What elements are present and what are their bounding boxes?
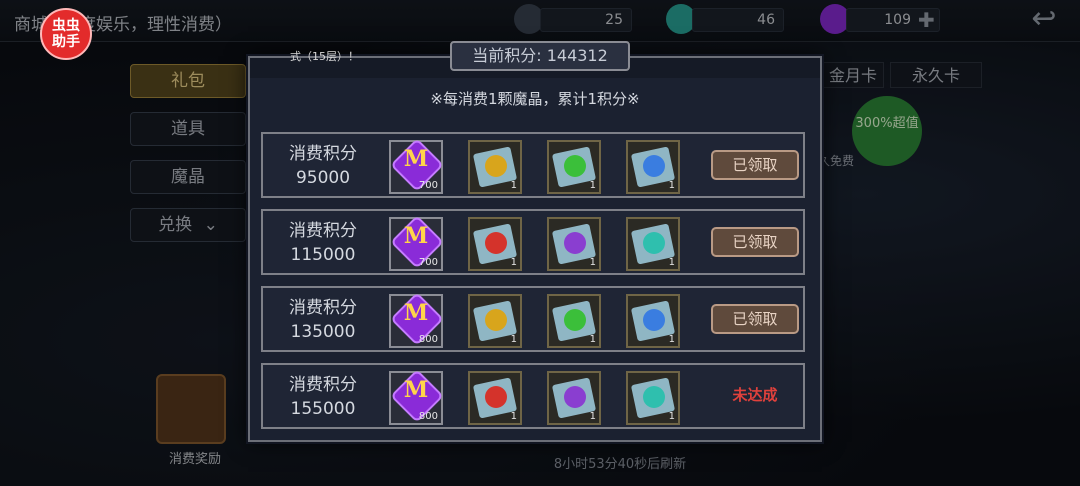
scroll-red-rune-icon[interactable]: 1 <box>468 217 522 271</box>
scroll-blue-drop-icon[interactable]: 1 <box>626 140 680 194</box>
item-qty: 1 <box>510 180 517 191</box>
reward-row: 消费积分 155000 M 800 1 1 1 未达成 <box>261 363 805 429</box>
item-qty: 1 <box>668 411 675 422</box>
floor-note: 式（15层）！ <box>290 50 359 63</box>
claimed-button[interactable]: 已领取 <box>711 304 799 334</box>
threshold-value: 95000 <box>295 168 351 188</box>
threshold-label: 消费积分 95000 <box>277 142 369 190</box>
item-qty: 1 <box>589 334 596 345</box>
threshold-value: 115000 <box>290 245 356 265</box>
reward-row: 消费积分 95000 M 700 1 1 1 已领取 <box>261 132 805 198</box>
threshold-label: 消费积分 115000 <box>277 219 369 267</box>
app-badge[interactable]: 虫虫助手 <box>40 8 92 60</box>
threshold-value: 155000 <box>290 399 356 419</box>
item-qty: 700 <box>418 180 438 191</box>
threshold-label: 消费积分 155000 <box>277 373 369 421</box>
reward-row: 消费积分 135000 M 800 1 1 1 已领取 <box>261 286 805 352</box>
item-qty: 1 <box>510 334 517 345</box>
magic-crystal-reward[interactable]: M 800 <box>389 369 444 425</box>
not-reached-status: 未达成 <box>732 386 778 404</box>
item-qty: 1 <box>589 411 596 422</box>
scroll-yellow-rune-icon[interactable]: 1 <box>468 294 522 348</box>
scroll-red-rune-icon[interactable]: 1 <box>468 371 522 425</box>
points-label: 当前积分: <box>472 46 542 65</box>
item-qty: 1 <box>589 180 596 191</box>
scroll-green-rune-icon[interactable]: 1 <box>547 140 601 194</box>
magic-crystal-reward[interactable]: M 700 <box>389 215 444 271</box>
item-qty: 800 <box>418 334 438 345</box>
scroll-yellow-rune-icon[interactable]: 1 <box>468 140 522 194</box>
reward-row: 消费积分 115000 M 700 1 1 1 已领取 <box>261 209 805 275</box>
item-qty: 1 <box>668 334 675 345</box>
threshold-value: 135000 <box>290 322 356 342</box>
scroll-purple-rune-icon[interactable]: 1 <box>547 217 601 271</box>
item-qty: 1 <box>589 257 596 268</box>
points-rule: ※每消费1颗魔晶，累计1积分※ <box>430 90 640 108</box>
magic-crystal-reward[interactable]: M 800 <box>389 292 444 348</box>
claimed-button[interactable]: 已领取 <box>711 227 799 257</box>
item-qty: 800 <box>418 411 438 422</box>
item-qty: 1 <box>510 411 517 422</box>
scroll-teal-rune-icon[interactable]: 1 <box>626 371 680 425</box>
magic-crystal-reward[interactable]: M 700 <box>389 138 444 194</box>
scroll-green-rune-icon[interactable]: 1 <box>547 294 601 348</box>
threshold-label: 消费积分 135000 <box>277 296 369 344</box>
scroll-blue-drop-icon[interactable]: 1 <box>626 294 680 348</box>
points-value: 144312 <box>546 46 608 65</box>
item-qty: 700 <box>418 257 438 268</box>
item-qty: 1 <box>668 180 675 191</box>
item-qty: 1 <box>510 257 517 268</box>
current-points-banner: 当前积分: 144312 <box>450 41 630 71</box>
scroll-teal-rune-icon[interactable]: 1 <box>626 217 680 271</box>
claimed-button[interactable]: 已领取 <box>711 150 799 180</box>
scroll-purple-rune-icon[interactable]: 1 <box>547 371 601 425</box>
item-qty: 1 <box>668 257 675 268</box>
